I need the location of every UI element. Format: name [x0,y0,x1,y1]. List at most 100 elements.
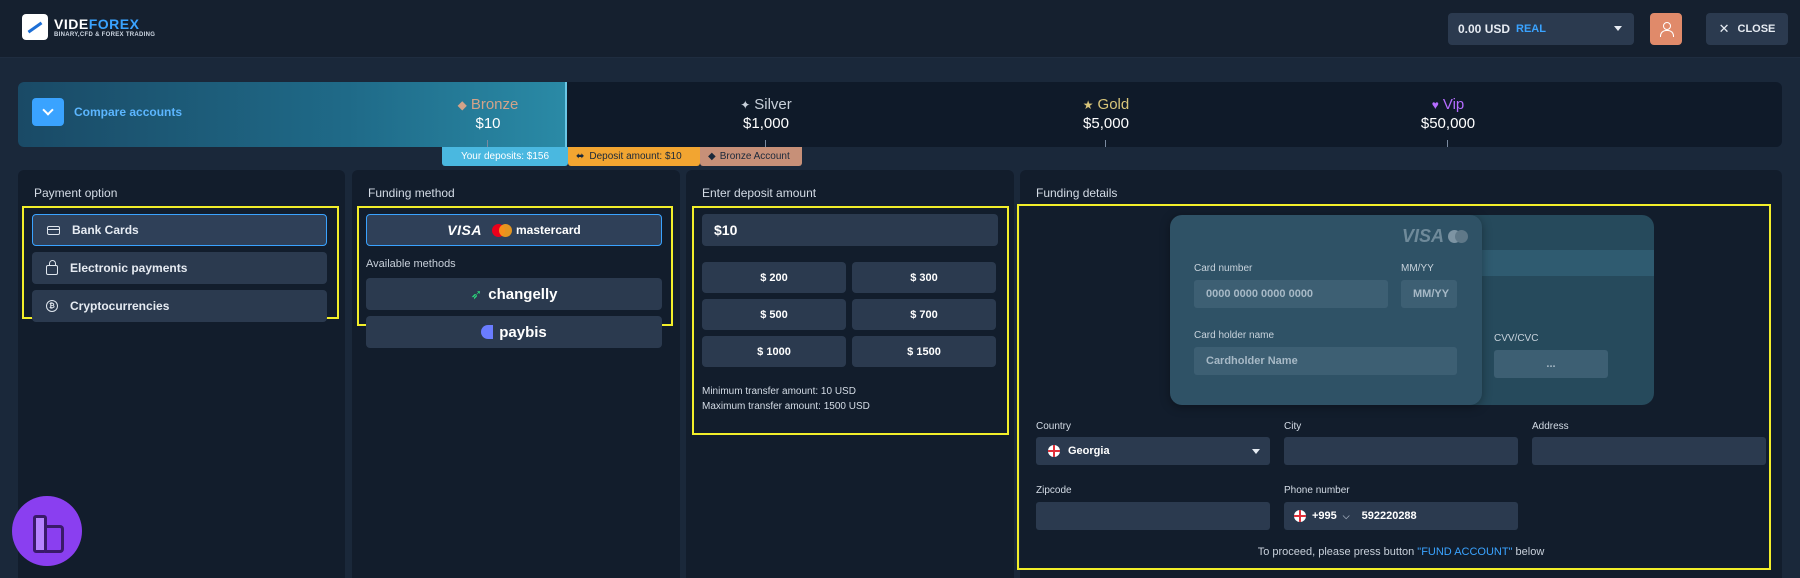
chevron-down-icon: ⌵ [1342,510,1350,521]
tier-tick [487,140,488,147]
phone-input[interactable]: +995 ⌵ 592220288 [1284,502,1518,530]
proceed-instruction: To proceed, please press button "FUND AC… [1020,546,1782,558]
expiry-label: MM/YY [1401,263,1434,274]
tier-bronze-name: ◆ Bronze [408,96,568,113]
preset-amount-button[interactable]: $ 1500 [852,336,996,367]
your-deposits-tag: Your deposits: $156 [442,147,568,166]
cvv-label: CVV/CVC [1494,333,1539,344]
tier-name: Vip [1442,96,1465,113]
city-input[interactable] [1284,437,1518,465]
panel-title: Funding details [1036,186,1118,200]
card-number-input[interactable]: 0000 0000 0000 0000 [1194,280,1388,308]
tier-amount: $5,000 [1083,115,1129,132]
logo-suffix: FOREX [88,16,140,32]
paybis-method[interactable]: paybis [366,316,662,348]
phone-country-code[interactable]: +995 [1312,510,1337,522]
funding-details-panel: Funding details VISA Card number 0000 00… [1017,170,1782,578]
chevron-down-icon [42,104,54,116]
visa-mastercard-method[interactable]: VISA mastercard [366,214,662,246]
panel-title: Payment option [34,186,118,200]
tier-tick [765,140,766,147]
brand-logo[interactable]: VIDEFOREX BINARY,CFD & FOREX TRADING [22,14,155,40]
balance-dropdown[interactable]: 0.00 USD REAL [1448,13,1634,45]
account-tier-text: Bronze Account [719,151,790,162]
credit-card-icon [47,225,60,235]
electronic-payments-option[interactable]: Electronic payments [32,252,327,284]
method-label: changelly [488,285,558,303]
logo-prefix: VIDE [54,16,89,32]
tier-gold-name: ★ Gold [1026,96,1186,113]
diamond-icon: ◆ [708,151,716,162]
country-value: Georgia [1068,445,1110,457]
phone-value: 592220288 [1361,510,1417,522]
georgia-flag-icon [1048,445,1060,457]
tier-name: Bronze [470,96,519,113]
sparkle-icon: ✦ [740,97,751,112]
card-brand-text: VISA [1402,226,1445,246]
option-label: Cryptocurrencies [70,299,170,313]
diamond-icon: ◆ [457,97,467,112]
compare-accounts-label[interactable]: Compare accounts [74,105,182,119]
address-input[interactable] [1532,437,1766,465]
option-label: Bank Cards [72,223,139,237]
compare-accounts-button[interactable] [32,98,64,126]
preset-amount-button[interactable]: $ 1000 [702,336,846,367]
top-header: VIDEFOREX BINARY,CFD & FOREX TRADING 0.0… [0,0,1800,58]
max-transfer-text: Maximum transfer amount: 1500 USD [702,401,870,412]
close-button[interactable]: ✕ CLOSE [1706,13,1788,45]
bank-cards-option[interactable]: Bank Cards [32,214,327,246]
tier-vip: ♥ Vip $50,000 [1368,96,1528,147]
card-brand-logo: VISA [1402,226,1469,247]
fund-account-link-text: "FUND ACCOUNT" [1417,546,1513,558]
tier-gold: ★ Gold $5,000 [1026,96,1186,147]
tier-vip-name: ♥ Vip [1368,96,1528,113]
watermark-icon [27,511,67,553]
bitcoin-icon: ₿ [46,300,58,312]
proceed-text-end: below [1512,546,1545,558]
mastercard-icon [491,223,512,237]
logo-chart-icon [22,14,48,40]
deposit-amount-text: Deposit amount: $10 [589,151,682,162]
tier-silver: ✦ Silver $1,000 [686,96,846,147]
wallet-icon [46,259,58,275]
your-deposits-text: Your deposits: $156 [460,151,550,162]
account-type-label: REAL [1516,23,1546,35]
card-number-label: Card number [1194,263,1253,274]
available-methods-label: Available methods [366,258,456,270]
cardholder-name-input[interactable]: Cardholder Name [1194,347,1457,375]
paybis-icon [481,325,494,339]
panel-title: Funding method [368,186,455,200]
method-label: paybis [499,323,547,341]
deposit-amount-panel: Enter deposit amount $10 $ 200 $ 300 $ 5… [686,170,1014,578]
preset-amount-button[interactable]: $ 500 [702,299,846,330]
preset-amount-button[interactable]: $ 200 [702,262,846,293]
country-select[interactable]: Georgia [1036,437,1270,465]
georgia-flag-icon [1294,510,1306,522]
changelly-method[interactable]: ➶ changelly [366,278,662,310]
tier-bronze: ◆ Bronze $10 [408,96,568,147]
panel-title: Enter deposit amount [702,186,817,200]
star-icon: ★ [1082,97,1094,112]
balance-value: 0.00 USD [1458,22,1511,36]
city-label: City [1284,421,1302,432]
zipcode-input[interactable] [1036,502,1270,530]
cvv-input[interactable]: ... [1494,350,1608,378]
expiry-input[interactable]: MM/YY [1401,280,1457,308]
preset-amount-button[interactable]: $ 300 [852,262,996,293]
visa-logo: VISA [447,222,482,238]
mastercard-text: mastercard [515,223,581,237]
deposit-amount-tag: ⬌ Deposit amount: $10 [568,147,700,166]
user-avatar-button[interactable] [1650,13,1682,45]
tier-tick [1105,140,1106,147]
zipcode-label: Zipcode [1036,485,1072,496]
watermark-logo [12,496,82,566]
card-chip-icon [1448,229,1469,244]
tier-name: Gold [1097,96,1130,113]
phone-label: Phone number [1284,485,1350,496]
mastercard-logo: mastercard [491,223,581,237]
preset-amount-button[interactable]: $ 700 [852,299,996,330]
option-label: Electronic payments [70,261,188,275]
cryptocurrencies-option[interactable]: ₿ Cryptocurrencies [32,290,327,322]
proceed-text: To proceed, please press button [1257,546,1418,558]
deposit-amount-input[interactable]: $10 [702,214,998,246]
